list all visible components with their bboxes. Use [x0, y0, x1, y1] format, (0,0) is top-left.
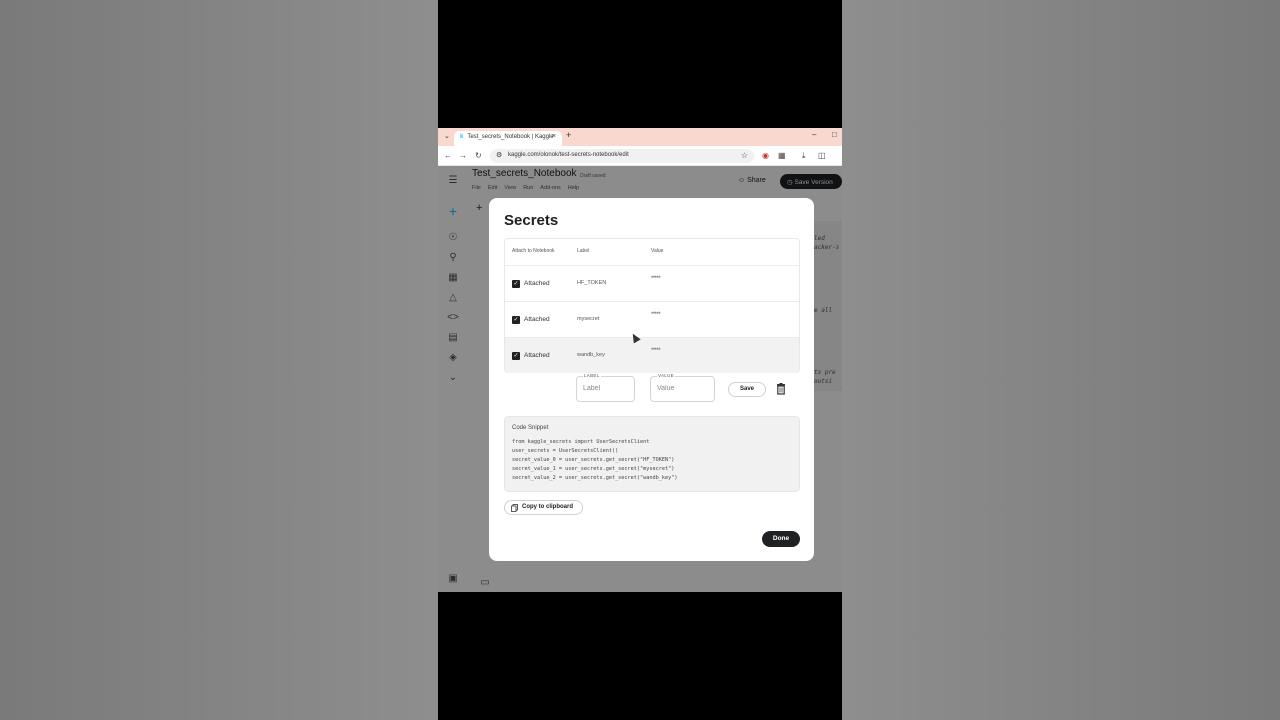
- snippet-code: from kaggle_secrets import UserSecretsCl…: [512, 438, 678, 483]
- new-tab-icon[interactable]: +: [566, 130, 571, 140]
- attach-status: Attached: [524, 352, 550, 359]
- background-right: [842, 0, 1280, 720]
- secret-value: *****: [651, 348, 661, 354]
- forward-icon[interactable]: →: [459, 151, 467, 160]
- site-info-icon[interactable]: ⚙: [496, 151, 502, 159]
- secret-value: *****: [651, 312, 661, 318]
- snippet-heading: Code Snippet: [512, 425, 549, 431]
- url-text: kaggle.com/olonok/test-secrets-notebook/…: [508, 152, 629, 158]
- reload-icon[interactable]: ↻: [475, 151, 482, 160]
- extensions-puzzle-icon[interactable]: ▦: [778, 151, 786, 160]
- address-bar: ← → ↻ ⚙ kaggle.com/olonok/test-secrets-n…: [438, 146, 842, 166]
- secrets-table: Attach to Notebook Label Value ✓ Attache…: [504, 238, 800, 373]
- secret-label: HF_TOKEN: [577, 280, 607, 286]
- attach-checkbox[interactable]: ✓: [512, 316, 520, 324]
- maximize-icon[interactable]: □: [832, 130, 837, 139]
- back-icon[interactable]: ←: [444, 151, 452, 160]
- column-header-value: Value: [651, 248, 664, 254]
- kaggle-favicon-icon: k: [460, 134, 464, 140]
- done-button[interactable]: Done: [762, 531, 800, 547]
- download-icon[interactable]: ⤓: [802, 151, 806, 161]
- attach-checkbox[interactable]: ✓: [512, 280, 520, 288]
- secret-label: mysecret: [577, 316, 600, 322]
- code-line: secret_value_0 = user_secrets.get_secret…: [512, 457, 675, 463]
- attach-status: Attached: [524, 316, 550, 323]
- new-label-field: LABEL: [576, 373, 635, 402]
- table-row: ✓ Attached mysecret *****: [505, 301, 799, 337]
- secrets-dialog: Secrets Attach to Notebook Label Value ✓…: [489, 198, 814, 561]
- background-left: [0, 0, 438, 720]
- browser-tab[interactable]: k Test_secrets_Notebook | Kaggle ×: [454, 131, 562, 146]
- value-caption: VALUE: [657, 373, 675, 378]
- tab-search-icon[interactable]: ⌄: [444, 132, 450, 140]
- tab-close-icon[interactable]: ×: [552, 133, 556, 140]
- label-input[interactable]: [583, 385, 627, 392]
- value-input[interactable]: [657, 385, 701, 392]
- new-value-field: VALUE: [650, 373, 715, 402]
- code-snippet: Code Snippet from kaggle_secrets import …: [504, 416, 800, 492]
- code-line: user_secrets = UserSecretsClient(): [512, 448, 619, 454]
- table-row: ✓ Attached wandb_key *****: [505, 337, 799, 373]
- copy-icon: [511, 504, 518, 512]
- url-field[interactable]: ⚙ kaggle.com/olonok/test-secrets-noteboo…: [490, 149, 754, 163]
- code-line: from kaggle_secrets import UserSecretsCl…: [512, 439, 650, 445]
- label-caption: LABEL: [583, 373, 601, 378]
- secret-value: *****: [651, 276, 661, 282]
- attach-status: Attached: [524, 280, 550, 287]
- code-line: secret_value_1 = user_secrets.get_secret…: [512, 466, 675, 472]
- tab-title: Test_secrets_Notebook | Kaggle: [467, 134, 554, 140]
- attach-checkbox[interactable]: ✓: [512, 352, 520, 360]
- tab-strip: ⌄ k Test_secrets_Notebook | Kaggle × + – …: [438, 128, 842, 146]
- column-header-label: Label: [577, 248, 590, 254]
- save-button[interactable]: Save: [728, 382, 766, 397]
- bookmark-star-icon[interactable]: ☆: [741, 151, 748, 160]
- sidebar-icon[interactable]: ◫: [818, 151, 826, 160]
- table-row: ✓ Attached HF_TOKEN *****: [505, 265, 799, 301]
- dialog-title: Secrets: [504, 212, 559, 229]
- copy-to-clipboard-button[interactable]: Copy to clipboard: [504, 500, 583, 515]
- extension-icon[interactable]: ◉: [762, 151, 769, 160]
- minimize-icon[interactable]: –: [812, 130, 816, 139]
- copy-label: Copy to clipboard: [522, 504, 573, 510]
- column-header-attach: Attach to Notebook: [512, 248, 555, 254]
- code-line: secret_value_2 = user_secrets.get_secret…: [512, 475, 678, 481]
- secret-label: wandb_key: [577, 352, 605, 358]
- trash-icon[interactable]: [775, 383, 787, 395]
